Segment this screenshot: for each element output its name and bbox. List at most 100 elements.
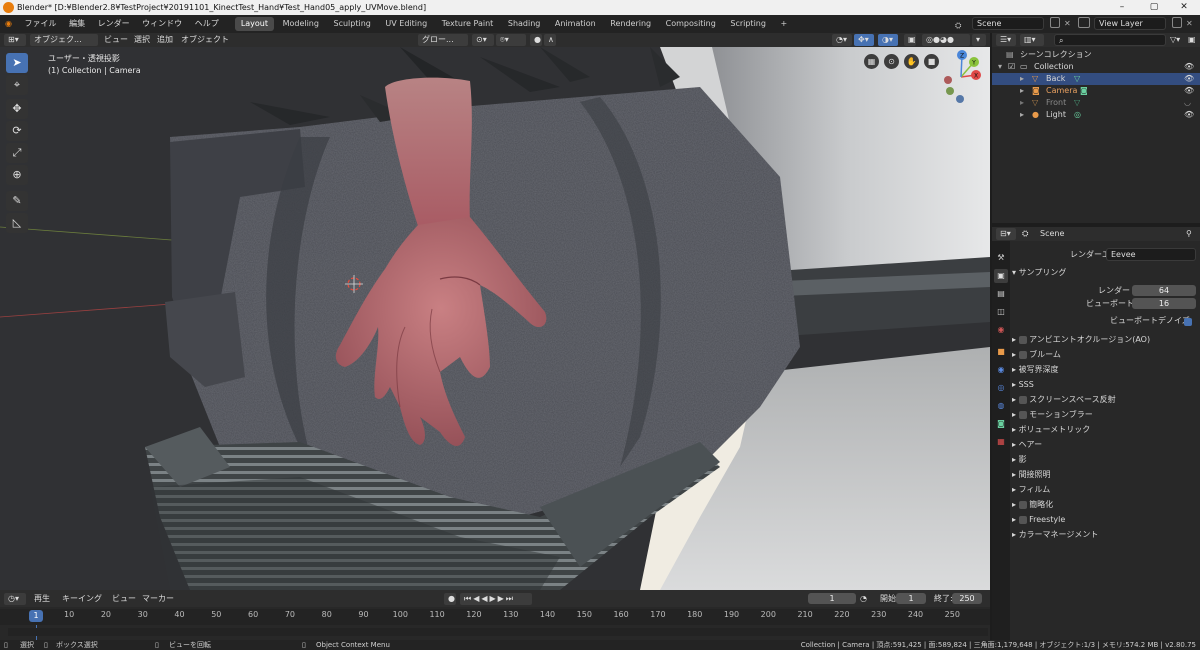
expand-collapse-icon[interactable]: ▾ (998, 61, 1002, 73)
viewport-denoise-checkbox[interactable] (1184, 317, 1192, 326)
panel-checkbox[interactable] (1018, 335, 1027, 344)
output-tab-icon[interactable]: ▤ (994, 287, 1008, 301)
tab-texture-paint[interactable]: Texture Paint (436, 17, 500, 31)
panel-sss[interactable]: ▸ SSS (1012, 378, 1034, 391)
outliner-new-collection-icon[interactable]: ▣ (1188, 34, 1196, 46)
timeline-menu-marker[interactable]: マーカー (142, 593, 174, 605)
tab-shading[interactable]: Shading (502, 17, 547, 31)
end-frame-field[interactable]: 250 (952, 593, 982, 604)
mode-selector[interactable]: オブジェク... (30, 34, 98, 46)
viewport-menu-view[interactable]: ビュー (104, 34, 128, 46)
menu-window[interactable]: ウィンドウ (137, 15, 187, 33)
annotate-tool-button[interactable]: ✎ (6, 191, 28, 211)
scene-selector[interactable]: Scene (972, 17, 1044, 30)
tool-tab-icon[interactable]: ⚒ (994, 251, 1008, 265)
view-layer-selector[interactable]: View Layer (1094, 17, 1166, 30)
current-frame-field[interactable]: 1 (808, 593, 856, 604)
viewport-menu-select[interactable]: 選択 (134, 34, 150, 46)
panel-checkbox[interactable] (1018, 395, 1027, 404)
viewport-menu-object[interactable]: オブジェクト (181, 34, 229, 46)
expand-icon[interactable]: ▸ (1020, 97, 1024, 109)
sampling-panel-header[interactable]: ▾ サンプリング (1012, 266, 1066, 279)
scene-tab-icon[interactable]: ◉ (994, 323, 1008, 337)
outliner-scene-collection[interactable]: ▤ シーンコレクション (992, 49, 1200, 61)
hidden-eye-icon[interactable]: ◡ (1184, 97, 1191, 109)
cursor-tool-button[interactable]: ⌖ (6, 75, 28, 95)
panel-film[interactable]: ▸ フィルム (1012, 483, 1050, 496)
panel-checkbox[interactable] (1018, 410, 1027, 419)
pin-icon[interactable]: ⚲ (1186, 228, 1192, 240)
texture-tab-icon[interactable]: ▦ (994, 435, 1008, 449)
pan-hand-icon[interactable]: ✋ (904, 54, 919, 69)
object-data-tab-icon[interactable]: ◙ (994, 417, 1008, 431)
visibility-eye-icon[interactable]: 👁 (1184, 109, 1194, 121)
render-engine-select[interactable]: Eevee (1106, 248, 1196, 261)
proportional-falloff-button[interactable]: ∧ (544, 34, 556, 46)
blender-menu-icon[interactable]: ◉ (0, 15, 17, 33)
menu-help[interactable]: ヘルプ (190, 15, 224, 33)
panel-indirect-lighting[interactable]: ▸ 間接照明 (1012, 468, 1051, 481)
tab-rendering[interactable]: Rendering (604, 17, 657, 31)
outliner-item-back[interactable]: ▸ ▽ Back ▽ 👁 (992, 73, 1200, 85)
panel-bloom[interactable]: ▸ ブルーム (1012, 348, 1061, 361)
tab-uv-editing[interactable]: UV Editing (379, 17, 433, 31)
timeline-menu-playback[interactable]: 再生 (34, 593, 50, 605)
panel-ssr[interactable]: ▸ スクリーンスペース反射 (1012, 393, 1116, 406)
panel-checkbox[interactable] (1018, 350, 1027, 359)
toggle-camera-icon[interactable]: ▦ (864, 54, 879, 69)
tab-compositing[interactable]: Compositing (660, 17, 722, 31)
render-samples-field[interactable]: 64 (1132, 285, 1196, 296)
properties-editor-type-button[interactable]: ⊟▾ (996, 228, 1016, 240)
navigation-gizmo[interactable]: X Y Z (936, 47, 986, 107)
select-tool-button[interactable]: ➤ (6, 53, 28, 73)
close-button[interactable]: ✕ (1170, 0, 1198, 15)
minimize-button[interactable]: – (1108, 0, 1136, 15)
menu-render[interactable]: レンダー (93, 15, 135, 33)
timeline-track[interactable] (8, 628, 988, 636)
panel-shadows[interactable]: ▸ 影 (1012, 453, 1027, 466)
constraints-tab-icon[interactable]: ◍ (994, 399, 1008, 413)
panel-checkbox[interactable] (1018, 515, 1027, 524)
menu-edit[interactable]: 編集 (64, 15, 90, 33)
panel-dof[interactable]: ▸ 被写界深度 (1012, 363, 1059, 376)
outliner-item-light[interactable]: ▸ ● Light ◎ 👁 (992, 109, 1200, 121)
measure-tool-button[interactable]: ◺ (6, 213, 28, 233)
timeline-menu-keying[interactable]: キーイング (62, 593, 102, 605)
visibility-button[interactable]: ◔▾ (832, 34, 852, 46)
panel-simplify[interactable]: ▸ 簡略化 (1012, 498, 1053, 511)
panel-motion-blur[interactable]: ▸ モーションブラー (1012, 408, 1093, 421)
outliner-item-camera[interactable]: ▸ ◙ Camera ◙ 👁 (992, 85, 1200, 97)
timeline-editor-type-button[interactable]: ◷▾ (4, 593, 26, 605)
object-tab-icon[interactable]: ■ (994, 345, 1008, 359)
panel-color-management[interactable]: ▸ カラーマネージメント (1012, 528, 1098, 541)
frame-ruler[interactable]: 1 10 20 30 40 50 60 70 80 90 100 110 120 130 140 150 16… (0, 609, 990, 625)
new-scene-icon[interactable] (1050, 17, 1060, 28)
tab-modeling[interactable]: Modeling (277, 17, 325, 31)
tab-animation[interactable]: Animation (549, 17, 602, 31)
display-mode-button[interactable]: ▥▾ (1020, 34, 1044, 46)
timeline-menu-view[interactable]: ビュー (112, 593, 136, 605)
collection-checkbox-icon[interactable]: ☑ (1008, 61, 1015, 73)
menu-file[interactable]: ファイル (20, 15, 62, 33)
overlay-toggle-button[interactable]: ◑▾ (878, 34, 898, 46)
playback-controls[interactable]: ⏮◀◀▶▶⏭ (460, 593, 532, 605)
preview-range-icon[interactable]: ◔ (860, 593, 867, 605)
snap-button[interactable]: ⌾▾ (496, 34, 526, 46)
expand-icon[interactable]: ▸ (1020, 85, 1024, 97)
proportional-edit-button[interactable]: ● (530, 34, 542, 46)
panel-volumetric[interactable]: ▸ ボリューメトリック (1012, 423, 1090, 436)
panel-hair[interactable]: ▸ ヘアー (1012, 438, 1042, 451)
panel-freestyle[interactable]: ▸ Freestyle (1012, 513, 1065, 526)
outliner-search-input[interactable]: ⌕ (1054, 34, 1166, 46)
delete-scene-icon[interactable]: ✕ (1064, 15, 1071, 33)
tab-sculpting[interactable]: Sculpting (328, 17, 377, 31)
expand-icon[interactable]: ▸ (1020, 109, 1024, 121)
rotate-tool-button[interactable]: ⟳ (6, 121, 28, 141)
scale-tool-button[interactable]: ⤢ (6, 143, 28, 163)
editor-type-button[interactable]: ⊞▾ (4, 34, 26, 46)
new-view-layer-icon[interactable] (1172, 17, 1182, 28)
add-workspace-button[interactable]: + (774, 17, 793, 31)
outliner-item-front[interactable]: ▸ ▽ Front ▽ ◡ (992, 97, 1200, 109)
viewport-samples-field[interactable]: 16 (1132, 298, 1196, 309)
panel-checkbox[interactable] (1018, 500, 1027, 509)
